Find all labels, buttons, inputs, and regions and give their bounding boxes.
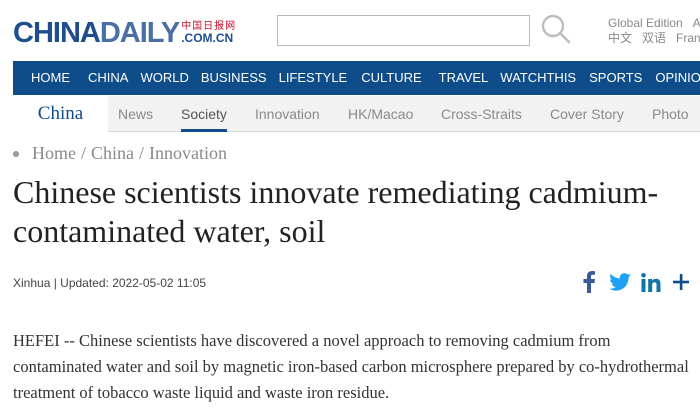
bilingual-edition-link[interactable]: 双语 — [642, 31, 666, 46]
breadcrumb-separator: / — [81, 143, 87, 163]
nav-item-opinion[interactable]: OPINION — [655, 61, 700, 95]
article-body-paragraph: HEFEI -- Chinese scientists have discove… — [13, 331, 689, 402]
search-icon — [541, 14, 571, 44]
nav-item-china[interactable]: CHINA — [88, 61, 128, 95]
asia-edition-link[interactable]: A — [693, 16, 700, 31]
nav-item-business[interactable]: BUSINESS — [201, 61, 267, 95]
logo-side: 中国日报网 .COM.CN — [181, 21, 236, 45]
breadcrumb-china[interactable]: China — [91, 143, 134, 164]
share-linkedin-button[interactable] — [639, 268, 663, 296]
nav-item-world[interactable]: WORLD — [140, 61, 188, 95]
nav-item-culture[interactable]: CULTURE — [361, 61, 421, 95]
subnav-item-photo[interactable]: Photo — [652, 96, 689, 132]
share-more-button[interactable] — [671, 268, 691, 296]
share-facebook-button[interactable] — [578, 268, 600, 296]
share-twitter-button[interactable] — [607, 268, 633, 296]
nav-item-travel[interactable]: TRAVEL — [439, 61, 489, 95]
plus-icon — [673, 274, 689, 290]
global-edition-link[interactable]: Global Edition — [608, 16, 683, 31]
subnav-item-society[interactable]: Society — [181, 96, 227, 132]
section-subnav: China News Society Innovation HK/Macao C… — [13, 96, 700, 132]
breadcrumb-innovation[interactable]: Innovation — [149, 143, 227, 164]
china-daily-logo[interactable]: CHINADAILY 中国日报网 .COM.CN — [13, 14, 236, 48]
linkedin-icon — [641, 272, 661, 292]
edition-row-1: Global Edition A — [608, 16, 700, 31]
edition-switcher: Global Edition A 中文 双语 Fran — [608, 16, 700, 46]
logo-daily: DAILY — [99, 17, 180, 49]
nav-item-lifestyle[interactable]: LIFESTYLE — [279, 61, 348, 95]
nav-item-watchthis[interactable]: WATCHTHIS — [500, 61, 576, 95]
facebook-icon — [583, 271, 595, 293]
nav-item-home[interactable]: HOME — [31, 61, 70, 95]
twitter-icon — [609, 273, 631, 291]
section-title[interactable]: China — [13, 96, 108, 132]
article-meta: Xinhua | Updated: 2022-05-02 11:05 — [13, 276, 207, 290]
subnav-item-cover-story[interactable]: Cover Story — [550, 96, 624, 132]
logo-china: CHINA — [13, 17, 101, 49]
search-button[interactable] — [540, 12, 572, 46]
breadcrumb-separator: / — [139, 143, 145, 163]
header-top: CHINADAILY 中国日报网 .COM.CN Global Edition … — [0, 0, 700, 60]
logo-domain: .COM.CN — [181, 31, 234, 45]
subnav-item-hk-macao[interactable]: HK/Macao — [348, 96, 413, 132]
subnav-item-cross-straits[interactable]: Cross-Straits — [441, 96, 522, 132]
article-title: Chinese scientists innovate remediating … — [13, 174, 659, 249]
nav-item-sports[interactable]: SPORTS — [589, 61, 642, 95]
share-bar — [578, 268, 691, 296]
subnav-item-news[interactable]: News — [118, 96, 153, 132]
search-input[interactable] — [277, 15, 530, 46]
breadcrumb: Home / China / Innovation — [13, 143, 227, 164]
main-nav: HOME CHINA WORLD BUSINESS LIFESTYLE CULT… — [13, 61, 700, 95]
breadcrumb-bullet — [13, 150, 19, 157]
breadcrumb-home[interactable]: Home — [32, 143, 76, 164]
subnav-item-innovation[interactable]: Innovation — [255, 96, 320, 132]
chinese-edition-link[interactable]: 中文 — [608, 31, 632, 46]
edition-row-2: 中文 双语 Fran — [608, 31, 700, 46]
logo-wordmark: CHINADAILY — [13, 17, 180, 49]
french-edition-link[interactable]: Fran — [676, 31, 700, 46]
